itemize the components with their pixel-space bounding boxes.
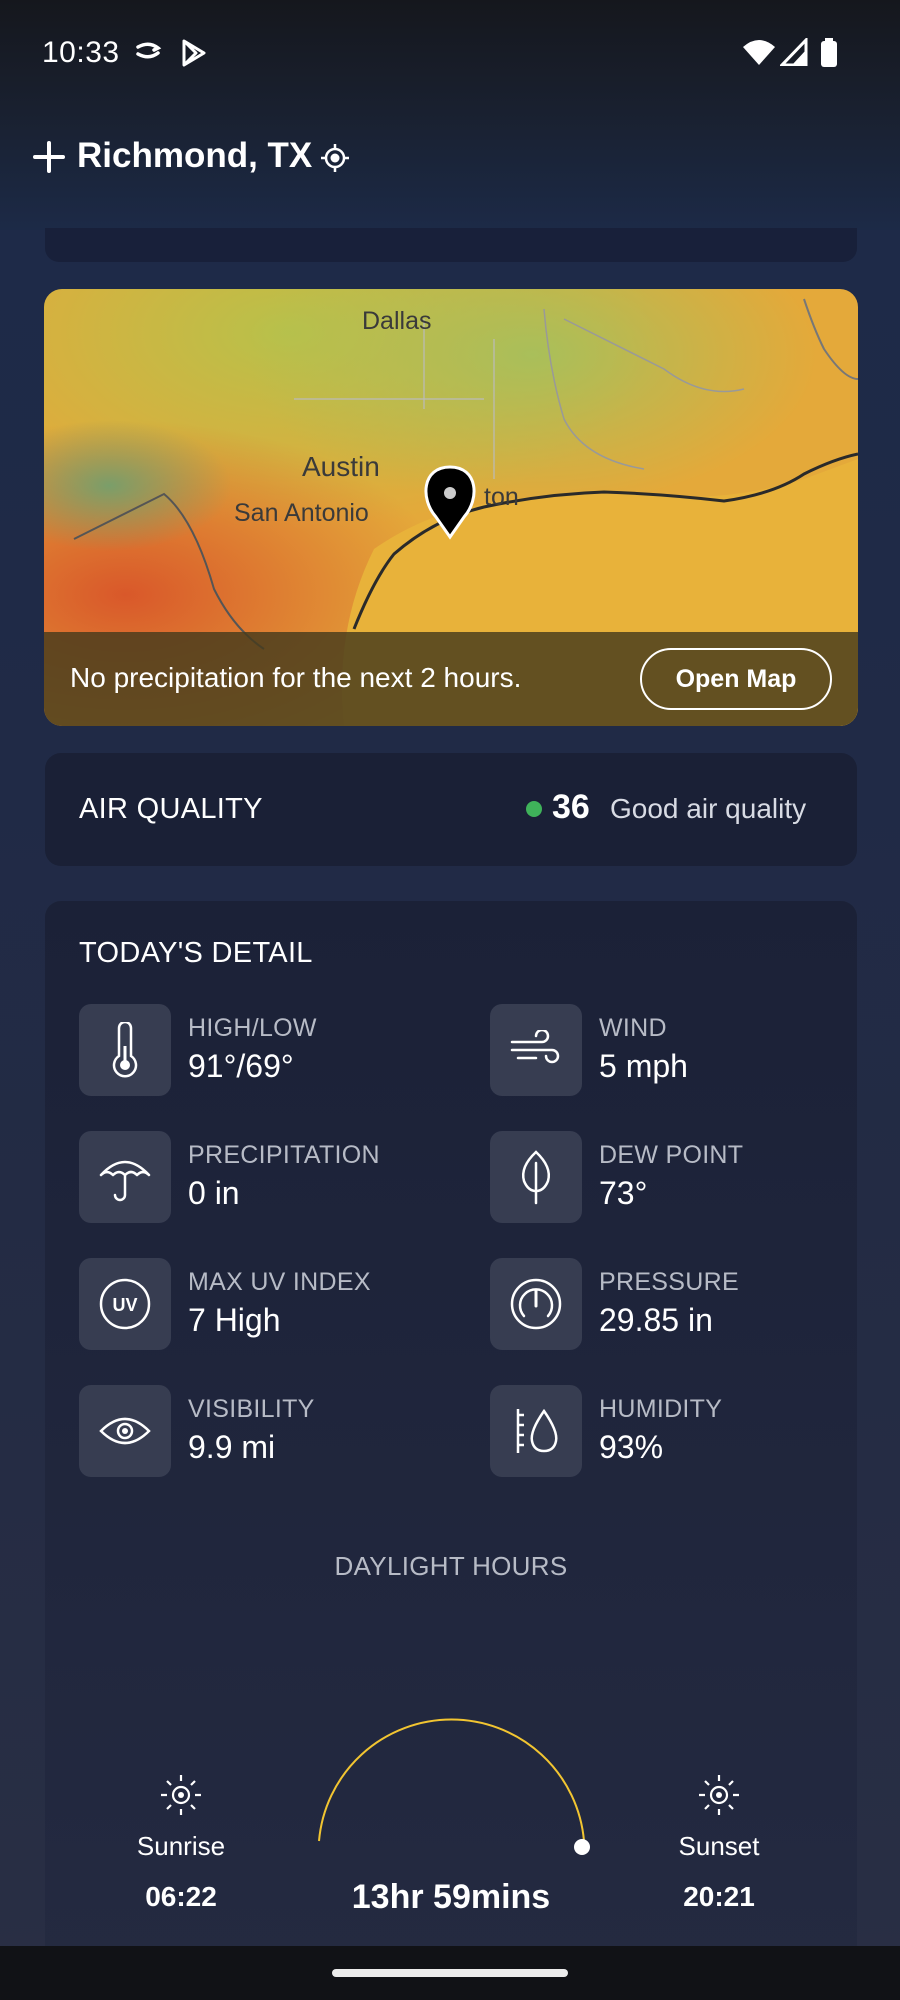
wind-icon xyxy=(490,1004,582,1096)
humidity-icon xyxy=(490,1385,582,1477)
leaf-icon xyxy=(490,1131,582,1223)
detail-value: 91°/69° xyxy=(188,1048,294,1084)
crosshair-location-icon[interactable] xyxy=(320,143,350,173)
detail-label: MAX UV INDEX xyxy=(188,1268,371,1296)
map-label-austin: Austin xyxy=(302,451,380,482)
thermometer-icon xyxy=(79,1004,171,1096)
detail-label: VISIBILITY xyxy=(188,1395,315,1423)
detail-value: 9.9 mi xyxy=(188,1429,276,1465)
sunrise-icon xyxy=(161,1775,201,1815)
detail-label: WIND xyxy=(599,1014,667,1042)
precipitation-message: No precipitation for the next 2 hours. xyxy=(70,662,522,693)
detail-value: 73° xyxy=(599,1175,648,1211)
home-gesture-handle[interactable] xyxy=(332,1969,568,1977)
detail-pressure: PRESSURE 29.85 in xyxy=(490,1258,870,1350)
detail-value: 7 High xyxy=(188,1302,281,1338)
eye-icon xyxy=(79,1385,171,1477)
status-time: 10:33 xyxy=(42,36,120,69)
detail-label: DEW POINT xyxy=(599,1141,744,1169)
detail-value: 5 mph xyxy=(599,1048,688,1084)
map-label-san-antonio: San Antonio xyxy=(234,499,369,527)
air-quality-value: 36 xyxy=(552,788,590,826)
umbrella-icon xyxy=(79,1131,171,1223)
battery-icon xyxy=(821,38,837,67)
detail-label: HUMIDITY xyxy=(599,1395,723,1423)
detail-precipitation: PRECIPITATION 0 in xyxy=(79,1131,459,1223)
open-map-button[interactable]: Open Map xyxy=(640,648,832,710)
detail-wind: WIND 5 mph xyxy=(490,1004,870,1096)
sunrise-label: Sunrise xyxy=(136,1831,226,1861)
map-footer: No precipitation for the next 2 hours. O… xyxy=(44,632,858,726)
daylight-duration: 13hr 59mins xyxy=(351,1878,551,1916)
detail-high-low: HIGH/LOW 91°/69° xyxy=(79,1004,459,1096)
sunset-label: Sunset xyxy=(678,1831,760,1861)
signal-icon xyxy=(780,38,808,66)
map-label-houston: ton xyxy=(484,483,519,511)
detail-visibility: VISIBILITY 9.9 mi xyxy=(79,1385,459,1477)
air-quality-title: AIR QUALITY xyxy=(79,793,263,825)
svg-text:UV: UV xyxy=(112,1295,137,1315)
detail-label: PRESSURE xyxy=(599,1268,739,1296)
air-quality-card[interactable]: AIR QUALITY 36 Good air quality xyxy=(45,753,857,866)
air-quality-status-dot xyxy=(526,801,542,817)
wifi-icon xyxy=(743,40,775,65)
precipitation-map-card[interactable]: Dallas Austin San Antonio ton No precipi… xyxy=(44,289,858,726)
detail-label: HIGH/LOW xyxy=(188,1014,317,1042)
prime-arrow-icon xyxy=(136,42,162,59)
daylight-hours-title: DAYLIGHT HOURS xyxy=(334,1551,568,1581)
gauge-icon xyxy=(490,1258,582,1350)
detail-value: 29.85 in xyxy=(599,1302,713,1338)
detail-dew-point: DEW POINT 73° xyxy=(490,1131,870,1223)
detail-humidity: HUMIDITY 93% xyxy=(490,1385,870,1477)
detail-label: PRECIPITATION xyxy=(188,1141,380,1169)
todays-detail-card: TODAY'S DETAIL HIGH/LOW 91°/69° WIND 5 m… xyxy=(45,901,857,2000)
detail-value: 93% xyxy=(599,1429,664,1465)
detail-value: 0 in xyxy=(188,1175,240,1211)
previous-card-edge xyxy=(45,228,857,262)
play-store-icon xyxy=(182,39,206,67)
location-title[interactable]: Richmond, TX xyxy=(77,136,312,176)
map-label-dallas: Dallas xyxy=(362,307,432,335)
plus-icon[interactable] xyxy=(32,140,66,174)
detail-uv-index: UV MAX UV INDEX 7 High xyxy=(79,1258,459,1350)
sunset-icon xyxy=(699,1775,739,1815)
uv-icon: UV xyxy=(79,1258,171,1350)
air-quality-description: Good air quality xyxy=(610,793,807,824)
todays-detail-title: TODAY'S DETAIL xyxy=(79,937,313,969)
